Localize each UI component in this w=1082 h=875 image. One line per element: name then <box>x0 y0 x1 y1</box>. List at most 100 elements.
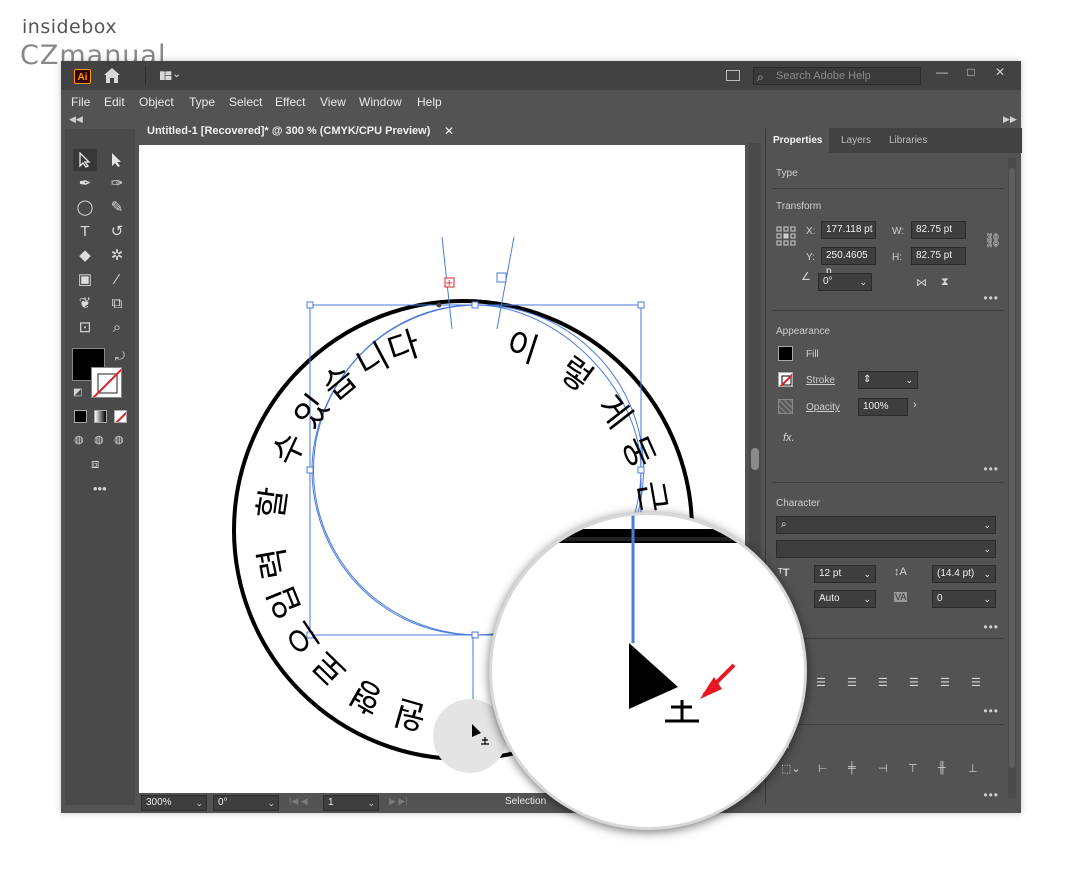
menu-object[interactable]: Object <box>139 95 174 109</box>
align-to-icon[interactable]: ⬚⌄ <box>781 762 801 775</box>
align-more-icon[interactable]: ••• <box>983 788 999 802</box>
menu-select[interactable]: Select <box>229 95 262 109</box>
draw-behind-icon[interactable]: ◍ <box>94 433 104 446</box>
ellipse-tool-icon[interactable]: ◯ <box>73 197 97 219</box>
none-mode-icon[interactable] <box>114 410 127 423</box>
zoom-field[interactable]: 300% ⌄ <box>141 795 207 811</box>
menu-window[interactable]: Window <box>359 95 402 109</box>
draw-normal-icon[interactable]: ◍ <box>74 433 84 446</box>
zoom-tool-icon[interactable]: ⌕ <box>105 317 129 339</box>
vertical-align-top-icon[interactable]: ⊤ <box>908 762 918 775</box>
flip-vertical-icon[interactable]: ⧗ <box>941 276 949 289</box>
rotate-field[interactable]: 0° ⌄ <box>213 795 279 811</box>
panel-toggle-icon[interactable] <box>726 70 740 81</box>
tab-layers[interactable]: Layers <box>834 128 878 153</box>
tab-libraries[interactable]: Libraries <box>882 128 934 153</box>
fx-icon[interactable]: fx. <box>783 432 795 444</box>
first-artboard-icon[interactable]: |◀ ◀ <box>289 796 308 807</box>
font-size-field[interactable]: 12 pt ⌄ <box>814 565 876 583</box>
stroke-weight-field[interactable]: ⇕ ⌄ <box>858 371 918 389</box>
stepper-icon[interactable]: ⇕ <box>863 372 871 388</box>
document-tab[interactable]: Untitled-1 [Recovered]* @ 300 % (CMYK/CP… <box>137 119 462 143</box>
menu-type[interactable]: Type <box>189 95 215 109</box>
reference-point-icon[interactable] <box>776 226 796 246</box>
align-left-icon[interactable]: ☰ <box>816 676 826 689</box>
symbol-sprayer-tool-icon[interactable]: ⧉ <box>105 293 129 315</box>
search-help-input[interactable]: ⌕ Search Adobe Help <box>753 67 921 85</box>
swap-fill-stroke-icon[interactable]: ⤾ <box>115 349 125 364</box>
home-icon[interactable] <box>103 67 121 84</box>
opacity-field[interactable]: 100% <box>858 398 908 416</box>
panel-scroll-thumb[interactable] <box>1009 168 1015 768</box>
gradient-tool-icon[interactable]: ▣ <box>73 269 97 291</box>
vertical-align-center-icon[interactable]: ╫ <box>938 762 946 774</box>
gradient-mode-icon[interactable] <box>94 410 107 423</box>
leading-field[interactable]: (14.4 pt) ⌄ <box>932 565 996 583</box>
font-style-field[interactable]: ⌄ <box>776 540 996 558</box>
eraser-tool-icon[interactable]: ◆ <box>73 245 97 267</box>
flip-horizontal-icon[interactable]: ⋈ <box>916 276 927 289</box>
horizontal-align-right-icon[interactable]: ⊣ <box>878 762 888 775</box>
menu-file[interactable]: File <box>71 95 90 109</box>
eyedropper-tool-icon[interactable]: ⁄ <box>105 269 129 291</box>
font-family-field[interactable]: ⌕ ⌄ <box>776 516 996 534</box>
scroll-thumb[interactable] <box>751 448 759 470</box>
rotate-angle-field[interactable]: 0° ⌄ <box>818 273 872 291</box>
pen-tool-icon[interactable]: ✒ <box>73 173 97 195</box>
align-right-icon[interactable]: ☰ <box>878 676 888 689</box>
draw-inside-icon[interactable]: ◍ <box>114 433 124 446</box>
stroke-color-swatch[interactable] <box>778 372 793 387</box>
menu-help[interactable]: Help <box>417 95 442 109</box>
close-button[interactable]: ✕ <box>990 64 1010 81</box>
horizontal-align-center-icon[interactable]: ╪ <box>848 762 856 774</box>
horizontal-align-left-icon[interactable]: ⊢ <box>818 762 828 775</box>
panel-scrollbar[interactable] <box>1008 158 1016 798</box>
h-field[interactable]: 82.75 pt <box>911 247 966 265</box>
artboard-field[interactable]: 1 ⌄ <box>323 795 379 811</box>
y-field[interactable]: 250.4605 p <box>821 247 876 277</box>
screen-mode-icon[interactable]: ⧈ <box>91 456 99 472</box>
blend-tool-icon[interactable]: ❦ <box>73 293 97 315</box>
fill-color-swatch[interactable] <box>778 346 793 361</box>
rotate-tool-icon[interactable]: ↺ <box>105 221 129 243</box>
constrain-proportions-icon[interactable]: ⛓ <box>984 232 1002 249</box>
justify-left-icon[interactable]: ☰ <box>909 676 919 689</box>
tab-properties[interactable]: Properties <box>766 128 830 153</box>
maximize-button[interactable]: □ <box>961 64 981 81</box>
opacity-label[interactable]: Opacity <box>806 402 840 413</box>
kerning-field[interactable]: Auto ⌄ <box>814 590 876 608</box>
paintbrush-tool-icon[interactable]: ✎ <box>105 197 129 219</box>
menu-edit[interactable]: Edit <box>104 95 125 109</box>
edit-toolbar-icon[interactable]: ••• <box>93 481 107 496</box>
collapse-right-icon[interactable]: ▶▶ <box>1003 114 1017 125</box>
appearance-more-icon[interactable]: ••• <box>983 462 999 476</box>
vertical-align-bottom-icon[interactable]: ⊥ <box>968 762 978 775</box>
stroke-label[interactable]: Stroke <box>806 375 835 386</box>
justify-all-icon[interactable]: ☰ <box>971 676 981 689</box>
default-fill-stroke-icon[interactable]: ◩ <box>73 387 82 398</box>
menu-view[interactable]: View <box>320 95 346 109</box>
x-field[interactable]: 177.118 pt <box>821 221 876 239</box>
minimize-button[interactable]: — <box>932 64 952 81</box>
collapse-left-icon[interactable]: ◀◀ <box>69 114 83 125</box>
artboard-tool-icon[interactable]: ⊡ <box>73 317 97 339</box>
puppet-warp-tool-icon[interactable]: ✲ <box>105 245 129 267</box>
opacity-swatch[interactable] <box>778 399 793 414</box>
close-document-icon[interactable]: ✕ <box>444 119 454 143</box>
type-tool-icon[interactable]: T <box>73 221 97 243</box>
justify-center-icon[interactable]: ☰ <box>940 676 950 689</box>
last-artboard-icon[interactable]: ▶ ▶| <box>389 796 408 807</box>
tracking-field[interactable]: 0 ⌄ <box>932 590 996 608</box>
align-center-icon[interactable]: ☰ <box>847 676 857 689</box>
opacity-chevron-icon[interactable]: › <box>913 399 917 411</box>
direct-selection-tool-icon[interactable] <box>105 149 129 171</box>
character-more-icon[interactable]: ••• <box>983 620 999 634</box>
workspace-switcher-icon[interactable] <box>160 69 180 83</box>
selection-tool-icon[interactable] <box>73 149 97 171</box>
stroke-swatch[interactable] <box>91 367 122 398</box>
menu-effect[interactable]: Effect <box>275 95 305 109</box>
curvature-tool-icon[interactable]: ✑ <box>105 173 129 195</box>
paragraph-more-icon[interactable]: ••• <box>983 704 999 718</box>
color-mode-icon[interactable] <box>74 410 87 423</box>
w-field[interactable]: 82.75 pt <box>911 221 966 239</box>
